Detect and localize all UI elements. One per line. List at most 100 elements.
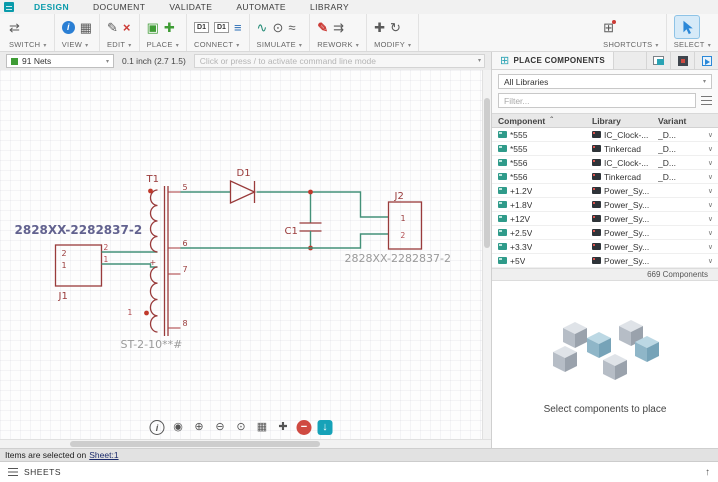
shortcuts-icon[interactable]: ⊞: [603, 21, 614, 34]
table-row[interactable]: *555 Tinkercad _D...∨: [492, 142, 718, 156]
tab-validate[interactable]: VALIDATE: [157, 2, 224, 12]
table-row[interactable]: +2.5V Power_Sy... ∨: [492, 226, 718, 240]
variant-name: _D...: [658, 172, 676, 182]
j1-ref-label[interactable]: J1: [58, 291, 68, 302]
net-label-icon[interactable]: D1: [194, 22, 209, 33]
tab-design[interactable]: DESIGN: [22, 2, 81, 12]
eye-icon[interactable]: ◉: [171, 420, 186, 435]
t1-value-label[interactable]: ST-2-10**#: [121, 338, 183, 351]
grid-toggle-icon[interactable]: ▦: [255, 420, 270, 435]
switch-view-icon[interactable]: ⇄: [9, 21, 20, 34]
schematic-canvas[interactable]: 2828XX-2282837-2 2 1 2 1 J1 T1: [0, 70, 482, 439]
rework-menu[interactable]: REWORK▾: [317, 38, 359, 49]
filter-input[interactable]: [498, 93, 696, 108]
j2-value-label[interactable]: 2828XX-2282837-2: [345, 252, 451, 265]
t1-ref-label[interactable]: T1: [146, 174, 159, 185]
connect-menu[interactable]: CONNECT▾: [194, 38, 242, 49]
zoom-in-icon[interactable]: ⊕: [192, 420, 207, 435]
remove-icon[interactable]: −: [297, 420, 312, 435]
chevron-down-icon[interactable]: ∨: [708, 201, 715, 209]
zoom-fit-icon[interactable]: ⊙: [234, 420, 249, 435]
d1-ref-label[interactable]: D1: [237, 168, 251, 179]
chevron-down-icon[interactable]: ∨: [708, 187, 715, 195]
panel-tab-components[interactable]: [670, 52, 694, 69]
info-icon[interactable]: i: [62, 21, 75, 34]
select-tool-button[interactable]: [674, 15, 700, 39]
chevron-down-icon[interactable]: ∨: [708, 131, 715, 139]
vertical-scrollbar[interactable]: [482, 70, 491, 439]
vertical-scrollbar-thumb[interactable]: [484, 98, 490, 248]
chevron-down-icon[interactable]: ∨: [708, 257, 715, 265]
table-row[interactable]: *556 IC_Clock-... _D...∨: [492, 156, 718, 170]
crosshair-icon[interactable]: ✚: [276, 420, 291, 435]
shortcuts-menu[interactable]: SHORTCUTS▾: [603, 38, 659, 49]
net-wire[interactable]: [257, 192, 389, 217]
c1-ref-label[interactable]: C1: [285, 226, 298, 237]
zoom-out-icon[interactable]: ⊖: [213, 420, 228, 435]
chevron-down-icon[interactable]: ∨: [708, 159, 715, 167]
pin-label-icon[interactable]: D1: [214, 22, 229, 33]
table-row[interactable]: +1.8V Power_Sy... ∨: [492, 198, 718, 212]
probe-icon[interactable]: ⊙: [272, 21, 283, 34]
waveform-icon[interactable]: ∿: [257, 21, 268, 34]
edit-menu[interactable]: EDIT▾: [107, 38, 132, 49]
panel-tab-inspector[interactable]: [694, 52, 718, 69]
chevron-down-icon[interactable]: ∨: [708, 229, 715, 237]
table-row[interactable]: +3.3V Power_Sy... ∨: [492, 240, 718, 254]
pencil-icon[interactable]: ✎: [107, 21, 118, 34]
command-line-input[interactable]: [194, 54, 485, 68]
sheets-menu-icon[interactable]: [8, 468, 18, 476]
add-part-icon[interactable]: ✚: [164, 21, 175, 34]
rotate-icon[interactable]: ↻: [390, 21, 401, 34]
info-icon[interactable]: i: [150, 420, 165, 435]
library-dropdown[interactable]: All Libraries ▾: [498, 74, 712, 89]
sheets-label[interactable]: SHEETS: [24, 467, 61, 477]
j2-ref-label[interactable]: J2: [394, 191, 404, 202]
chevron-down-icon[interactable]: ∨: [708, 215, 715, 223]
move-icon[interactable]: ✚: [374, 21, 385, 34]
t1-secondary-winding[interactable]: [150, 267, 157, 332]
select-menu[interactable]: SELECT▾: [674, 38, 711, 49]
filter-options-icon[interactable]: [701, 96, 712, 105]
bus-icon[interactable]: ≡: [234, 21, 242, 34]
simulate-menu[interactable]: SIMULATE▾: [257, 38, 303, 49]
delete-icon[interactable]: ×: [123, 21, 131, 34]
chevron-down-icon[interactable]: ∨: [708, 173, 715, 181]
tab-automate[interactable]: AUTOMATE: [224, 2, 298, 12]
panel-tab-layers[interactable]: [646, 52, 670, 69]
measure-icon[interactable]: ≈: [288, 21, 295, 34]
table-row[interactable]: +12V Power_Sy... ∨: [492, 212, 718, 226]
chevron-down-icon: ▾: [43, 43, 46, 49]
grid-icon[interactable]: ▦: [80, 21, 92, 34]
table-row[interactable]: +1.2V Power_Sy... ∨: [492, 184, 718, 198]
tab-library[interactable]: LIBRARY: [298, 2, 361, 12]
nets-dropdown[interactable]: 91 Nets ▾: [6, 54, 114, 68]
switch-menu[interactable]: SWITCH▾: [9, 38, 47, 49]
rework-pen-icon[interactable]: ✎: [317, 21, 328, 34]
chevron-down-icon[interactable]: ∨: [708, 243, 715, 251]
horizontal-scrollbar[interactable]: [0, 439, 491, 448]
column-component[interactable]: Component ˆ: [492, 116, 592, 126]
chevron-down-icon[interactable]: ∨: [708, 145, 715, 153]
chevron-down-icon[interactable]: ▾: [478, 57, 481, 64]
expand-panel-icon[interactable]: ↑: [705, 467, 710, 478]
place-components-tab[interactable]: ⊞ PLACE COMPONENTS: [492, 52, 614, 69]
pan-tool-icon[interactable]: ↓: [318, 420, 333, 435]
d1-diode-symbol[interactable]: [231, 181, 255, 203]
j1-value-label[interactable]: 2828XX-2282837-2: [15, 223, 143, 237]
t1-primary-winding[interactable]: [151, 190, 158, 252]
table-row[interactable]: *555 IC_Clock-... _D...∨: [492, 128, 718, 142]
view-menu[interactable]: VIEW▾: [62, 38, 92, 49]
tab-document[interactable]: DOCUMENT: [81, 2, 157, 12]
column-variant[interactable]: Variant: [658, 116, 718, 126]
table-row[interactable]: *556 Tinkercad _D...∨: [492, 170, 718, 184]
j2-connector-symbol[interactable]: [389, 202, 422, 249]
swap-icon[interactable]: ⇉: [333, 21, 344, 34]
table-row[interactable]: +5V Power_Sy... ∨: [492, 254, 718, 268]
column-library[interactable]: Library: [592, 116, 658, 126]
place-part-icon[interactable]: ▣: [147, 21, 159, 34]
modify-menu[interactable]: MODIFY▾: [374, 38, 411, 49]
horizontal-scrollbar-thumb[interactable]: [70, 441, 320, 447]
place-menu[interactable]: PLACE▾: [147, 38, 179, 49]
sheet-link[interactable]: Sheet:1: [89, 450, 118, 460]
